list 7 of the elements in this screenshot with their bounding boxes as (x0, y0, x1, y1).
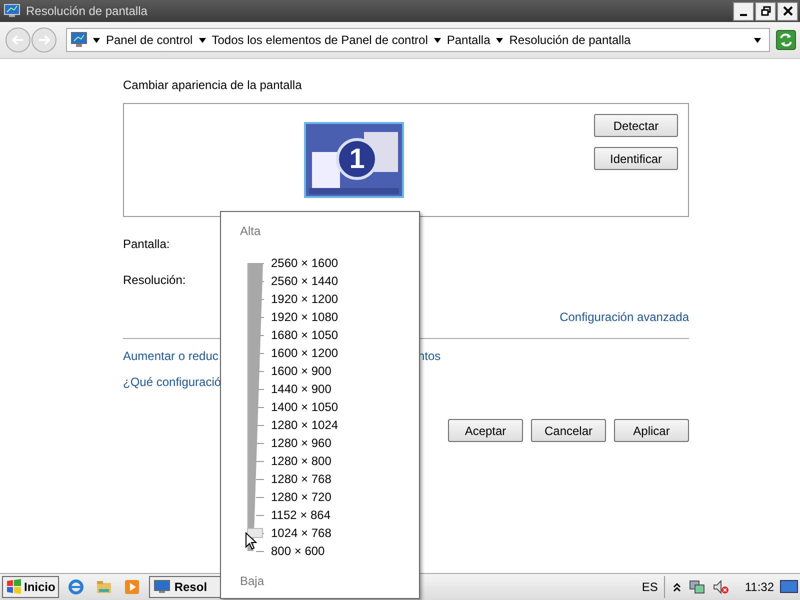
high-label: Alta (240, 224, 262, 238)
clock: 11:32 (744, 580, 774, 594)
window-title: Resolución de pantalla (26, 4, 148, 18)
field-label: Pantalla: (123, 237, 170, 253)
section-heading: Cambiar apariencia de la pantalla (123, 78, 303, 92)
low-label: Baja (240, 574, 266, 588)
field-label: Resolución: (123, 273, 186, 289)
